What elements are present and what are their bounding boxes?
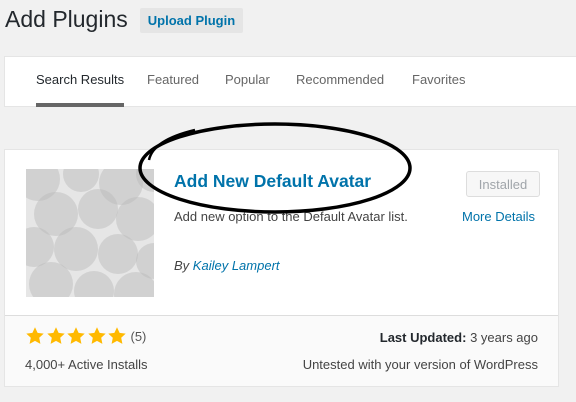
- star-filled-icon: [108, 327, 126, 344]
- page-header: Add Plugins Upload Plugin: [0, 0, 576, 44]
- star-filled-icon: [67, 327, 85, 344]
- plugin-card-bottom: (5) 4,000+ Active Installs Last Updated:…: [5, 315, 558, 386]
- tab-featured[interactable]: Featured: [147, 57, 199, 107]
- upload-plugin-button[interactable]: Upload Plugin: [140, 8, 243, 33]
- compatibility-note: Untested with your version of WordPress: [302, 357, 538, 372]
- author-link[interactable]: Kailey Lampert: [193, 258, 280, 273]
- tab-search-results[interactable]: Search Results: [36, 57, 125, 107]
- active-installs: 4,000+ Active Installs: [25, 357, 148, 372]
- plugin-name-link[interactable]: Add New Default Avatar: [174, 170, 371, 192]
- last-updated-label: Last Updated:: [379, 330, 467, 345]
- plugin-description: Add new option to the Default Avatar lis…: [174, 209, 408, 224]
- page-title: Add Plugins: [5, 6, 128, 32]
- tab-favorites[interactable]: Favorites: [412, 57, 465, 107]
- plugin-filter-bar: Search Results Featured Popular Recommen…: [4, 56, 576, 107]
- tab-recommended[interactable]: Recommended: [296, 57, 384, 107]
- star-filled-icon: [46, 327, 65, 344]
- rating-count: (5): [130, 328, 147, 344]
- more-details-link[interactable]: More Details: [462, 209, 535, 224]
- last-updated-value: 3 years ago: [470, 330, 538, 345]
- plugin-author: By Kailey Lampert: [174, 258, 280, 273]
- plugin-card: Add New Default Avatar Add new option to…: [4, 149, 559, 387]
- author-prefix: By: [174, 258, 190, 273]
- star-filled-icon: [87, 327, 106, 344]
- installed-button: Installed: [466, 171, 540, 197]
- star-rating: (5): [25, 326, 146, 346]
- plugin-card-top: Add New Default Avatar Add new option to…: [5, 150, 558, 315]
- plugin-thumbnail-pattern: [26, 169, 154, 297]
- tab-popular[interactable]: Popular: [225, 57, 270, 107]
- last-updated: Last Updated: 3 years ago: [380, 330, 538, 345]
- plugin-icon[interactable]: [26, 169, 154, 297]
- star-filled-icon: [26, 327, 44, 344]
